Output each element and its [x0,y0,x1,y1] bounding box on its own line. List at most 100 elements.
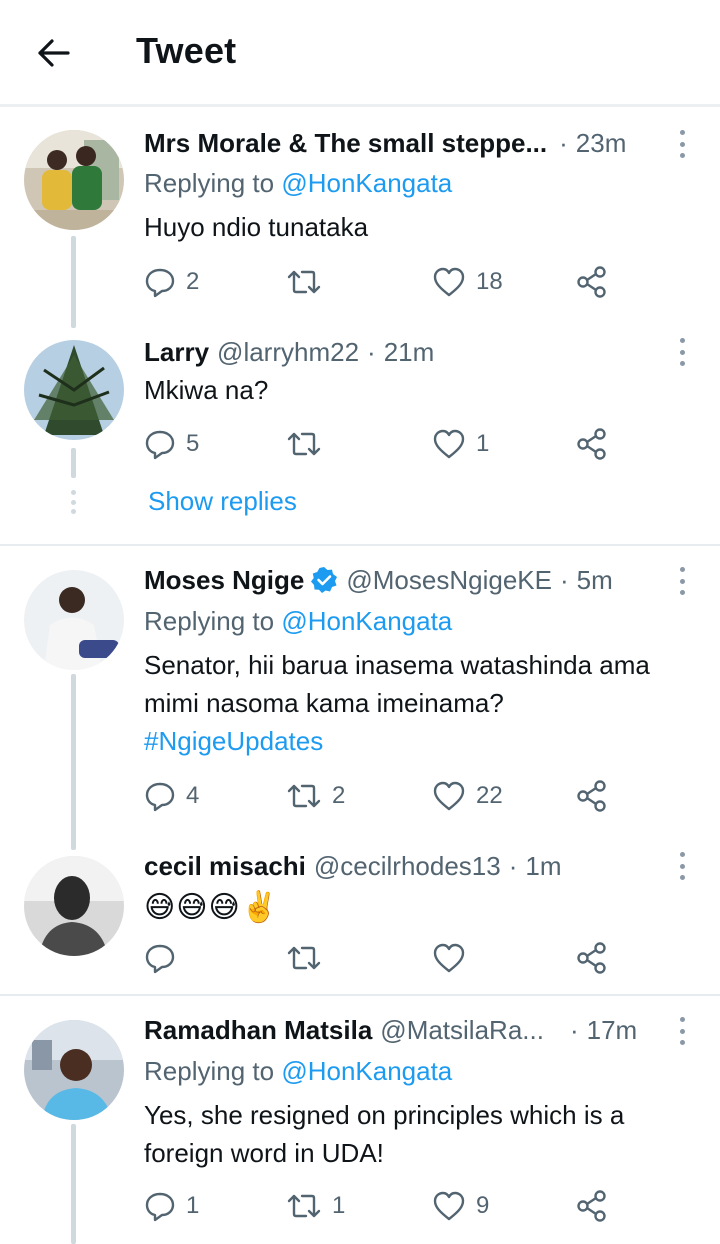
back-button[interactable] [32,32,74,74]
meta-separator: · [508,850,518,881]
share-icon [577,428,606,460]
reply-count: 2 [186,268,200,295]
like-icon [433,1191,465,1221]
hashtag-link[interactable]: #NgigeUpdates [144,726,323,757]
mention-link[interactable]: @HonKangata [281,1056,452,1086]
author-name[interactable]: Mrs Morale & The small steppe... [144,128,547,159]
retweet-button[interactable]: 1 [286,1186,345,1226]
reply-icon [145,268,175,298]
avatar[interactable] [24,570,124,670]
more-options-icon[interactable] [672,338,692,366]
retweet-count: 1 [332,1192,346,1219]
avatar[interactable] [24,1020,124,1120]
reply-meta: Moses Ngige @MosesNgigeKE · 5m [144,563,613,597]
reply-button[interactable] [144,938,186,978]
like-count: 18 [476,268,503,295]
retweet-button[interactable] [286,424,332,464]
like-icon [433,781,465,811]
arrow-left-icon [38,39,70,67]
like-button[interactable]: 1 [432,424,489,464]
like-button[interactable]: 18 [432,262,503,302]
reply-text-line: mimi nasoma kama imeinama? [144,688,504,718]
reply-meta: Mrs Morale & The small steppe... · 23m [144,126,626,160]
replying-prefix: Replying to [144,1056,275,1086]
like-button[interactable] [432,938,476,978]
reply-text: Yes, she resigned on principles which is… [144,1096,704,1172]
like-count: 1 [476,430,490,457]
reply-text-line: foreign word in UDA! [144,1138,384,1168]
author-name[interactable]: Ramadhan Matsila [144,1015,372,1046]
retweet-icon [287,946,321,970]
mention-link[interactable]: @HonKangata [281,606,452,636]
reply-text-line: Senator, hii barua inasema watashinda am… [144,650,650,680]
mention-link[interactable]: @HonKangata [281,168,452,198]
replying-to: Replying to @HonKangata [144,168,452,199]
replying-prefix: Replying to [144,606,275,636]
meta-separator: · [569,1014,579,1045]
retweet-icon [287,1194,321,1218]
reply-count: 5 [186,430,200,457]
thread-gap-dots [70,490,76,514]
reply-button[interactable]: 1 [144,1186,199,1226]
reply-meta: Ramadhan Matsila @MatsilaRa... · 17m [144,1013,637,1047]
action-bar: 4 2 22 [144,776,624,816]
retweet-button[interactable] [286,262,332,302]
reply-text: 😅😅😅✌️ [144,891,280,924]
author-name[interactable]: Larry [144,337,209,368]
timestamp: 23m [575,127,627,158]
avatar[interactable] [24,130,124,230]
share-button[interactable] [576,938,608,978]
share-icon [577,1190,606,1222]
thread-line [71,448,76,478]
reply-button[interactable]: 5 [144,424,199,464]
more-options-icon[interactable] [672,852,692,880]
show-replies-link[interactable]: Show replies [148,486,297,517]
like-icon [433,943,465,973]
reply-meta: Larry @larryhm22 · 21m [144,335,434,369]
top-app-bar: Tweet [0,0,720,104]
reply-count: 4 [186,782,200,809]
author-handle[interactable]: @larryhm22 [217,337,359,368]
author-handle[interactable]: @MatsilaRa... [380,1015,544,1046]
reply-button[interactable]: 2 [144,262,199,302]
like-icon [433,429,465,459]
retweet-icon [287,270,321,294]
share-button[interactable] [576,776,608,816]
share-button[interactable] [576,424,608,464]
like-button[interactable]: 9 [432,1186,489,1226]
more-options-icon[interactable] [672,567,692,595]
share-icon [577,780,606,812]
like-count: 22 [476,782,503,809]
meta-separator: · [367,336,376,367]
more-options-icon[interactable] [672,130,692,158]
thread-separator [0,544,720,546]
author-handle[interactable]: @MosesNgigeKE [346,565,552,596]
timestamp: 5m [576,564,613,595]
reply-text: Huyo ndio tunataka [144,212,369,242]
reply-icon [145,430,175,460]
thread-line [71,236,76,328]
more-options-icon[interactable] [672,1017,692,1045]
reply-button[interactable]: 4 [144,776,199,816]
share-icon [577,266,606,298]
author-name[interactable]: Moses Ngige [144,565,304,596]
reply-text: Mkiwa na? [144,375,269,405]
action-bar: 2 18 [144,262,624,302]
avatar[interactable] [24,340,124,440]
author-name[interactable]: cecil misachi [144,851,306,882]
share-button[interactable] [576,1186,608,1226]
like-button[interactable]: 22 [432,776,503,816]
page-title: Tweet [136,30,237,71]
retweet-button[interactable] [286,938,332,978]
retweet-button[interactable]: 2 [286,776,345,816]
avatar[interactable] [24,856,124,956]
thread-line [71,674,76,850]
retweet-icon [287,432,321,456]
replying-to: Replying to @HonKangata [144,606,452,637]
share-button[interactable] [576,262,608,302]
reply-icon [145,1192,175,1222]
timestamp: 1m [525,850,562,881]
author-handle[interactable]: @cecilrhodes13 [314,851,501,882]
share-icon [577,942,606,974]
reply-text: Senator, hii barua inasema watashinda am… [144,646,704,722]
